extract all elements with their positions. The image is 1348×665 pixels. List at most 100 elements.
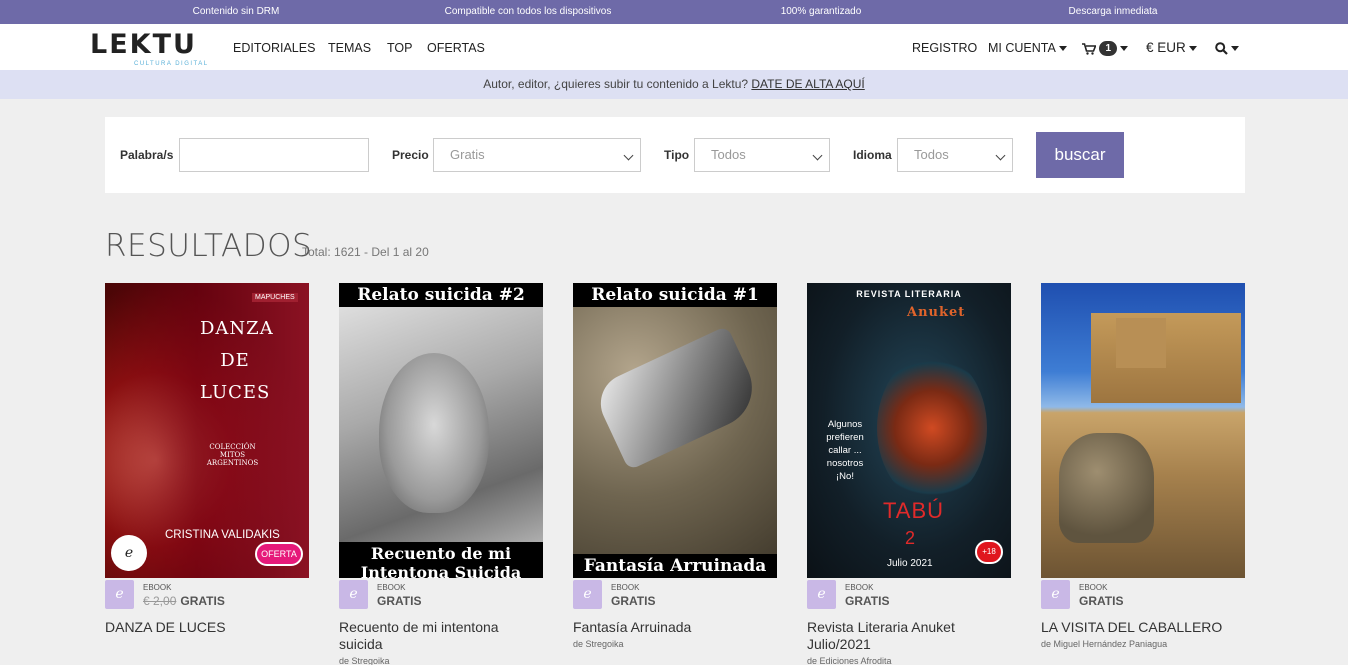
book-card[interactable]: Relato suicida #1 Fantasía Arruinada e E… <box>573 283 777 649</box>
statue-illustration <box>1059 433 1154 543</box>
ebook-icon: e <box>573 580 602 609</box>
book-card[interactable]: REVISTA LITERARIA Anuket Algunos prefier… <box>807 283 1011 665</box>
topbar-download: Descarga inmediata <box>1068 6 1158 17</box>
precio-select[interactable]: Gratis <box>433 138 641 172</box>
cover-date: Julio 2021 <box>887 558 933 569</box>
cover-brand: Anuket <box>907 305 966 320</box>
cover-illustration <box>877 353 987 503</box>
book-title[interactable]: DANZA DE LUCES <box>105 619 309 636</box>
cart-count-badge: 1 <box>1099 41 1118 57</box>
search-toggle[interactable] <box>1215 24 1239 70</box>
cover-top-text: Relato suicida #1 <box>573 283 777 307</box>
logo-subtitle: CULTURA DIGITAL <box>134 61 209 67</box>
ebook-icon: e <box>807 580 836 609</box>
price: GRATIS <box>377 594 422 608</box>
cover-title: DANZA DE LUCES <box>200 318 274 403</box>
keyword-input[interactable] <box>179 138 369 172</box>
results-summary: Total: 1621 - Del 1 al 20 <box>302 245 429 259</box>
book-cover[interactable]: REVISTA LITERARIA Anuket Algunos prefier… <box>807 283 1011 578</box>
adult-badge: +18 <box>975 540 1003 564</box>
idioma-label: Idioma <box>853 148 892 162</box>
price: GRATIS <box>611 594 656 608</box>
lektu-logo[interactable]: LEKTU CULTURA DIGITAL <box>90 30 210 68</box>
tipo-value: Todos <box>711 147 746 162</box>
book-author[interactable]: de Stregoika <box>573 639 777 649</box>
promo-text: Autor, editor, ¿quieres subir tu conteni… <box>483 77 752 91</box>
nav-editoriales[interactable]: EDITORIALES <box>233 24 315 70</box>
nav-temas[interactable]: TEMAS <box>328 24 371 70</box>
book-type: EBOOK <box>1079 583 1108 592</box>
book-author[interactable]: de Miguel Hernández Paniagua <box>1041 639 1245 649</box>
author-promo-banner: Autor, editor, ¿quieres subir tu conteni… <box>0 70 1348 99</box>
book-type: EBOOK <box>845 583 874 592</box>
signup-link[interactable]: DATE DE ALTA AQUÍ <box>751 77 864 91</box>
price: GRATIS <box>180 594 225 608</box>
search-button[interactable]: buscar <box>1036 132 1124 178</box>
book-meta: e EBOOK GRATIS <box>339 578 543 614</box>
results-title: RESULTADOS <box>105 228 313 264</box>
book-author[interactable]: de Stregoika <box>339 656 543 665</box>
book-cover[interactable]: MAPUCHES DANZA DE LUCES COLECCIÓN MITOS … <box>105 283 309 578</box>
topbar-devices: Compatible con todos los dispositivos <box>444 6 612 17</box>
ebook-icon: e <box>339 580 368 609</box>
cart-button[interactable]: 1 <box>1082 24 1129 70</box>
logo-text: LEKTU <box>90 29 197 60</box>
book-type: EBOOK <box>611 583 640 592</box>
top-info-bar: Contenido sin DRM Compatible con todos l… <box>0 0 1348 24</box>
cover-author: CRISTINA VALIDAKIS <box>165 529 280 541</box>
castle-illustration <box>1091 313 1241 403</box>
book-meta: e EBOOK GRATIS <box>1041 578 1245 614</box>
chevron-down-icon <box>623 150 634 161</box>
price: GRATIS <box>845 594 890 608</box>
search-icon <box>1215 42 1228 55</box>
book-type: EBOOK <box>143 583 172 592</box>
book-cover[interactable]: Relato suicida #1 Fantasía Arruinada <box>573 283 777 578</box>
book-cover[interactable] <box>1041 283 1245 578</box>
price: GRATIS <box>1079 594 1124 608</box>
tipo-select[interactable]: Todos <box>694 138 830 172</box>
revolver-illustration <box>591 325 765 471</box>
cover-subtitle: COLECCIÓN MITOS ARGENTINOS <box>206 443 259 467</box>
chevron-down-icon <box>1058 46 1067 52</box>
book-author[interactable]: de Ediciones Afrodita <box>807 656 1011 665</box>
cart-icon <box>1082 42 1097 55</box>
old-price: € 2,00 <box>143 594 177 608</box>
cover-tag: MAPUCHES <box>252 293 298 302</box>
book-title[interactable]: Recuento de mi intentona suicida <box>339 619 543 653</box>
cover-bottom-text: Fantasía Arruinada <box>573 554 777 578</box>
book-card[interactable]: e EBOOK GRATIS LA VISITA DEL CABALLERO d… <box>1041 283 1245 649</box>
chevron-down-icon <box>812 150 823 161</box>
book-title[interactable]: Revista Literaria Anuket Julio/2021 <box>807 619 1011 653</box>
nav-top[interactable]: TOP <box>387 24 412 70</box>
idioma-select[interactable]: Todos <box>897 138 1013 172</box>
cover-number: 2 <box>905 528 916 548</box>
book-meta: e EBOOK GRATIS <box>573 578 777 614</box>
book-cover[interactable]: Relato suicida #2 Recuento de mi Intento… <box>339 283 543 578</box>
cover-top-text: Relato suicida #2 <box>339 283 543 307</box>
book-type: EBOOK <box>377 583 406 592</box>
book-card[interactable]: MAPUCHES DANZA DE LUCES COLECCIÓN MITOS … <box>105 283 309 636</box>
cover-top-text: REVISTA LITERARIA <box>856 289 962 299</box>
book-title[interactable]: Fantasía Arruinada <box>573 619 777 636</box>
currency-label: € EUR <box>1146 40 1186 55</box>
castle-tower <box>1116 318 1166 368</box>
book-meta: e EBOOK € 2,00 GRATIS <box>105 578 309 614</box>
oferta-badge: OFERTA <box>255 542 303 566</box>
book-price: € 2,00 GRATIS <box>143 594 225 608</box>
book-card[interactable]: Relato suicida #2 Recuento de mi Intento… <box>339 283 543 665</box>
book-meta: e EBOOK GRATIS <box>807 578 1011 614</box>
chevron-down-icon <box>1120 46 1129 52</box>
nav-mi-cuenta[interactable]: MI CUENTA <box>988 24 1067 70</box>
ebook-icon: e <box>1041 580 1070 609</box>
precio-value: Gratis <box>450 147 485 162</box>
cover-bottom-text: Recuento de mi Intentona Suicida <box>339 542 543 578</box>
cover-illustration <box>379 353 489 513</box>
idioma-value: Todos <box>914 147 949 162</box>
nav-registro[interactable]: REGISTRO <box>912 24 977 70</box>
mi-cuenta-label: MI CUENTA <box>988 41 1056 55</box>
chevron-down-icon <box>995 150 1006 161</box>
book-title[interactable]: LA VISITA DEL CABALLERO <box>1041 619 1245 636</box>
ebook-icon: e <box>105 580 134 609</box>
currency-selector[interactable]: € EUR <box>1146 24 1197 70</box>
nav-ofertas[interactable]: OFERTAS <box>427 24 485 70</box>
